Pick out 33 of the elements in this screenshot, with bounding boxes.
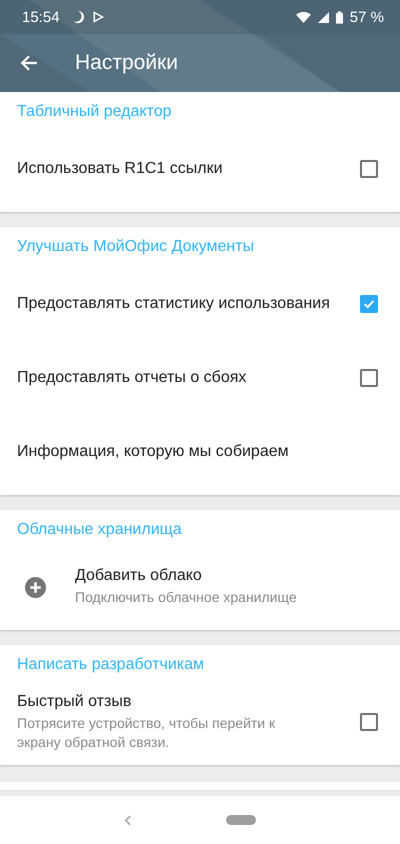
- setting-summary: Подключить облачное хранилище: [75, 588, 298, 607]
- setting-label: Добавить облако: [75, 567, 203, 585]
- add-icon: [25, 576, 46, 598]
- checkbox[interactable]: [360, 295, 378, 313]
- section-header: Улучшать МойОфис Документы: [16, 237, 256, 257]
- settings-row[interactable]: Добавить облако Подключить облачное хранилище: [0, 550, 400, 624]
- section-header: Написать разработчикам: [16, 655, 206, 675]
- play-icon: [92, 11, 104, 23]
- battery-icon: [336, 10, 343, 24]
- setting-summary: Потрясите устройство, чтобы перейти к экрану обратной связи.: [17, 714, 276, 752]
- settings-row[interactable]: Использовать R1C1 ссылки: [0, 132, 400, 206]
- checkbox[interactable]: [360, 160, 378, 178]
- section-header: Табличный редактор: [16, 102, 173, 122]
- signal-icon: [318, 12, 329, 22]
- section-header: Облачные хранилища: [16, 520, 183, 540]
- settings-row[interactable]: Предоставлять отчеты о сбоях: [0, 341, 400, 415]
- screen-title: Настройки: [75, 51, 178, 75]
- back-chevron-icon[interactable]: [124, 814, 131, 826]
- checkbox[interactable]: [360, 369, 378, 387]
- back-arrow-icon: [20, 54, 38, 72]
- wifi-icon: [296, 12, 311, 22]
- checkbox[interactable]: [360, 713, 378, 731]
- settings-row[interactable]: Предоставлять статистику использования: [0, 267, 400, 341]
- battery-percent: 57 %: [350, 8, 384, 26]
- setting-label: Быстрый отзыв: [17, 692, 132, 710]
- status-time: 15:54: [22, 8, 60, 26]
- home-pill[interactable]: [226, 815, 256, 825]
- setting-label: Предоставлять статистику использования: [17, 295, 331, 313]
- settings-row[interactable]: Быстрый отзыв Потрясите устройство, чтобы перейти к экрану обратной связи.: [0, 685, 400, 759]
- setting-label: Информация, которую мы собираем: [17, 443, 290, 461]
- setting-label: Использовать R1C1 ссылки: [17, 160, 224, 178]
- settings-row[interactable]: Информация, которую мы собираем: [0, 415, 400, 489]
- setting-label: Предоставлять отчеты о сбоях: [17, 369, 248, 387]
